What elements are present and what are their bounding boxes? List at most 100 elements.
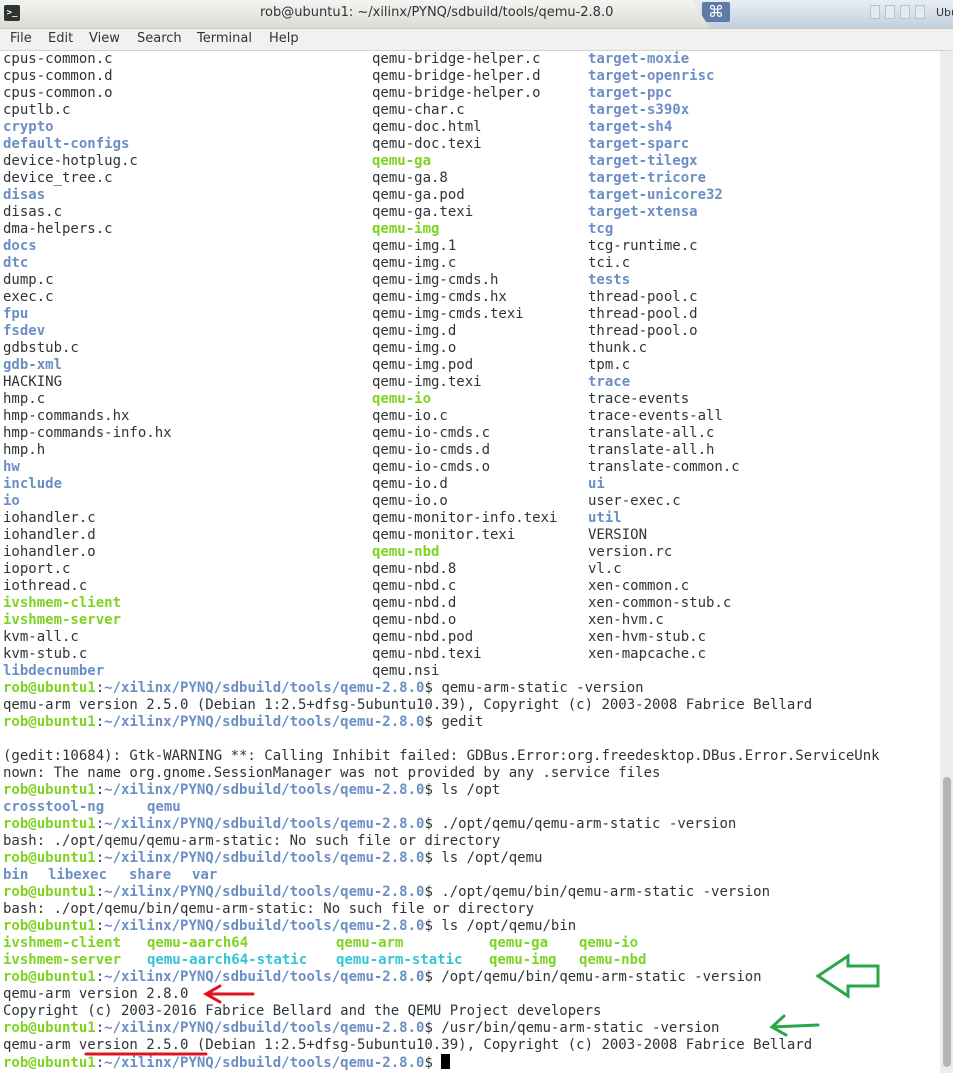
prompt-path: ~/xilinx/PYNQ/sdbuild/tools/qemu-2.8.0 [104, 969, 425, 985]
prompt-line: rob@ubuntu1:~/xilinx/PYNQ/sdbuild/tools/… [3, 782, 500, 799]
file-entry: qemu.nsi [372, 663, 440, 679]
menu-view[interactable]: View [89, 31, 120, 46]
prompt-user: rob@ubuntu1 [3, 1020, 96, 1036]
output-line: qemu-arm version 2.5.0 (Debian 1:2.5+dfs… [3, 697, 812, 714]
prompt-symbol: $ [424, 918, 442, 934]
prompt-user: rob@ubuntu1 [3, 1055, 96, 1071]
directory-entry: libdecnumber [3, 663, 105, 679]
output-text: bash: ./opt/qemu/qemu-arm-static: No suc… [3, 833, 501, 849]
terminal-icon: >_ [4, 5, 20, 21]
file-entry: qemu-bridge-helper.c [372, 51, 541, 67]
directory-entry: target-s390x [588, 102, 690, 118]
file-entry: qemu-nbd.o [372, 612, 457, 628]
file-entry: qemu-img.c [372, 255, 457, 271]
menu-terminal[interactable]: Terminal [197, 31, 252, 46]
prompt-symbol: $ [424, 969, 442, 985]
output-line: qemu-arm version 2.5.0 (Debian 1:2.5+dfs… [3, 1037, 812, 1054]
file-entry: xen-common-stub.c [588, 595, 732, 611]
command-text: /opt/qemu/bin/qemu-arm-static -version [441, 969, 762, 985]
scrollbar[interactable] [940, 51, 953, 1073]
prompt-path: ~/xilinx/PYNQ/sdbuild/tools/qemu-2.8.0 [104, 884, 425, 900]
directory-entry: crosstool-ng [3, 799, 105, 815]
menu-edit[interactable]: Edit [48, 31, 73, 46]
file-entry: kvm-stub.c [3, 646, 88, 662]
workspace-switcher[interactable] [885, 5, 895, 19]
scrollbar-thumb[interactable] [943, 777, 951, 1067]
file-entry: version.rc [588, 544, 673, 560]
workspace-switcher[interactable] [915, 5, 925, 19]
prompt-separator: : [95, 1020, 105, 1036]
file-entry: qemu-ga.texi [372, 204, 474, 220]
directory-entry: tests [588, 272, 631, 288]
directory-entry: target-openrisc [588, 68, 715, 84]
file-entry: qemu-bridge-helper.d [372, 68, 541, 84]
prompt-line: rob@ubuntu1:~/xilinx/PYNQ/sdbuild/tools/… [3, 816, 736, 833]
output-text: nown: The name org.gnome.SessionManager … [3, 765, 661, 781]
prompt-path: ~/xilinx/PYNQ/sdbuild/tools/qemu-2.8.0 [104, 850, 425, 866]
file-entry: VERSION [588, 527, 648, 543]
directory-entry: hw [3, 459, 20, 475]
file-entry: tcg-runtime.c [588, 238, 698, 254]
directory-entry: dtc [3, 255, 29, 271]
command-text: qemu-arm-static -version [441, 680, 644, 696]
menu-bar: File Edit View Search Terminal Help [0, 29, 953, 51]
panel-launcher-button[interactable]: ⌘ [702, 2, 730, 22]
file-entry: trace-events-all [588, 408, 723, 424]
directory-entry: include [3, 476, 63, 492]
file-entry: thread-pool.o [588, 323, 698, 339]
file-entry: thread-pool.c [588, 289, 698, 305]
prompt-line: rob@ubuntu1:~/xilinx/PYNQ/sdbuild/tools/… [3, 969, 762, 986]
prompt-symbol: $ [424, 884, 442, 900]
file-entry: qemu-io-cmds.o [372, 459, 491, 475]
file-entry: cpus-common.o [3, 85, 113, 101]
directory-entry: tcg [588, 221, 614, 237]
prompt-user: rob@ubuntu1 [3, 714, 96, 730]
file-entry: qemu-aarch64 [147, 935, 249, 951]
file-entry: qemu-bridge-helper.o [372, 85, 541, 101]
prompt-user: rob@ubuntu1 [3, 884, 96, 900]
file-entry: qemu-ga.pod [372, 187, 465, 203]
file-entry: hmp-commands.hx [3, 408, 130, 424]
output-text: qemu-arm version 2.5.0 (Debian 1:2.5+dfs… [3, 697, 813, 713]
file-entry: qemu-ga.8 [372, 170, 448, 186]
file-entry: qemu-nbd.d [372, 595, 457, 611]
workspace-switcher[interactable] [870, 5, 880, 19]
file-entry: tpm.c [588, 357, 631, 373]
directory-entry: fsdev [3, 323, 46, 339]
workspace-switcher[interactable] [900, 5, 910, 19]
file-entry: translate-common.c [588, 459, 740, 475]
prompt-symbol: $ [424, 816, 442, 832]
prompt-line: rob@ubuntu1:~/xilinx/PYNQ/sdbuild/tools/… [3, 1054, 451, 1071]
directory-entry: fpu [3, 306, 29, 322]
directory-entry: target-moxie [588, 51, 690, 67]
file-entry: ioport.c [3, 561, 71, 577]
file-entry: ivshmem-server [3, 612, 122, 628]
file-entry: xen-common.c [588, 578, 690, 594]
prompt-user: rob@ubuntu1 [3, 918, 96, 934]
file-entry: qemu-img [372, 221, 440, 237]
output-text: Copyright (c) 2003-2016 Fabrice Bellard … [3, 1003, 602, 1019]
prompt-separator: : [95, 969, 105, 985]
prompt-symbol: $ [424, 782, 442, 798]
terminal-content[interactable]: cpus-common.c qemu-bridge-helper.c target-… [0, 51, 940, 1073]
directory-entry: var [192, 867, 218, 883]
panel-taskbar-label[interactable]: Ubu [936, 6, 953, 19]
command-text: gedit [441, 714, 484, 730]
prompt-path: ~/xilinx/PYNQ/sdbuild/tools/qemu-2.8.0 [104, 782, 425, 798]
menu-file[interactable]: File [10, 31, 32, 46]
prompt-symbol: $ [424, 714, 442, 730]
file-entry: qemu-img-cmds.h [372, 272, 499, 288]
directory-entry: docs [3, 238, 37, 254]
prompt-separator: : [95, 714, 105, 730]
command-text: ls /opt [441, 782, 501, 798]
prompt-user: rob@ubuntu1 [3, 816, 96, 832]
menu-search[interactable]: Search [137, 31, 182, 46]
file-entry: xen-hvm.c [588, 612, 664, 628]
prompt-path: ~/xilinx/PYNQ/sdbuild/tools/qemu-2.8.0 [104, 1055, 425, 1071]
file-entry: thunk.c [588, 340, 648, 356]
file-entry: translate-all.h [588, 442, 715, 458]
menu-help[interactable]: Help [269, 31, 299, 46]
prompt-line: rob@ubuntu1:~/xilinx/PYNQ/sdbuild/tools/… [3, 850, 542, 867]
command-text: ls /opt/qemu [441, 850, 543, 866]
file-entry: device-hotplug.c [3, 153, 138, 169]
